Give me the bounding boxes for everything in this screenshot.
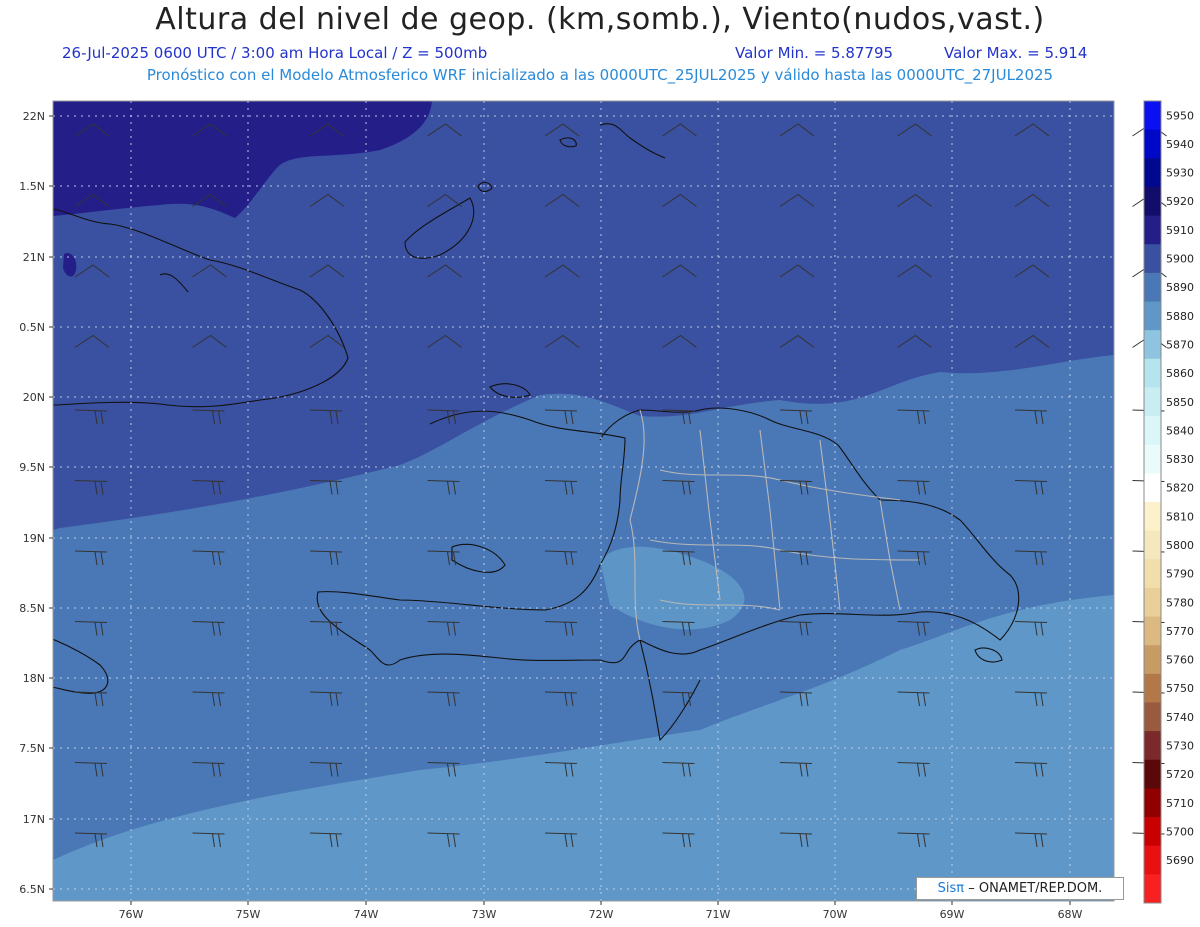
colorbar-swatch (1144, 301, 1161, 331)
colorbar: 5950 5940 5930 5920 5910 5900 5890 5880 5870 5860… (1143, 100, 1194, 904)
colorbar-label: 5930 (1166, 167, 1194, 180)
colorbar-label: 5820 (1166, 482, 1194, 495)
colorbar-label: 5920 (1166, 195, 1194, 208)
colorbar-swatch (1144, 673, 1161, 703)
colorbar-label: 5850 (1166, 396, 1194, 409)
lat-label: 18N (23, 672, 45, 685)
lon-label: 70W (823, 908, 848, 921)
colorbar-label: 5780 (1166, 596, 1194, 609)
lat-axis: 22N 1.5N 21N 0.5N 20N 9.5N 19N 8.5N 18N … (19, 110, 53, 896)
lon-label: 69W (940, 908, 965, 921)
colorbar-label: 5790 (1166, 568, 1194, 581)
colorbar-label: 5830 (1166, 453, 1194, 466)
colorbar-swatch (1144, 473, 1161, 503)
colorbar-label: 5870 (1166, 339, 1194, 352)
lon-axis: 76W 75W 74W 73W 72W 71W 70W 69W 68W (119, 901, 1083, 921)
credit-box: Sisπ – ONAMET/REP.DOM. (916, 877, 1124, 900)
lon-label: 74W (354, 908, 379, 921)
lon-label: 75W (236, 908, 261, 921)
lat-label: 6.5N (19, 883, 45, 896)
colorbar-label: 5760 (1166, 654, 1194, 667)
colorbar-swatch (1144, 101, 1161, 131)
colorbar-label: 5840 (1166, 424, 1194, 437)
colorbar-swatch (1144, 559, 1161, 589)
lon-label: 76W (119, 908, 144, 921)
lat-label: 22N (23, 110, 45, 123)
colorbar-swatch (1144, 702, 1161, 732)
colorbar-label: 5860 (1166, 367, 1194, 380)
colorbar-swatch (1144, 587, 1161, 618)
colorbar-label: 5810 (1166, 510, 1194, 523)
colorbar-swatch (1144, 759, 1161, 789)
colorbar-swatch (1144, 330, 1161, 360)
colorbar-swatch (1144, 874, 1161, 904)
colorbar-swatch (1144, 817, 1161, 847)
lat-label: 8.5N (19, 602, 45, 615)
lat-label: 0.5N (19, 321, 45, 334)
colorbar-swatch (1144, 845, 1161, 875)
colorbar-label: 5800 (1166, 539, 1194, 552)
lon-label: 73W (472, 908, 497, 921)
forecast-map: 22N 1.5N 21N 0.5N 20N 9.5N 19N 8.5N 18N … (19, 100, 1194, 921)
lat-label: 21N (23, 251, 45, 264)
colorbar-swatch (1144, 530, 1161, 560)
colorbar-label: 5940 (1166, 138, 1194, 151)
colorbar-swatch (1144, 444, 1161, 474)
lat-label: 20N (23, 391, 45, 404)
lat-label: 19N (23, 532, 45, 545)
colorbar-label: 5750 (1166, 682, 1194, 695)
colorbar-swatch (1144, 129, 1161, 159)
colorbar-swatch (1144, 186, 1161, 217)
colorbar-label: 5730 (1166, 740, 1194, 753)
colorbar-swatch (1144, 416, 1161, 446)
geopotential-shading (53, 101, 1114, 901)
colorbar-label: 5690 (1166, 854, 1194, 867)
colorbar-label: 5720 (1166, 768, 1194, 781)
colorbar-label: 5700 (1166, 825, 1194, 838)
credit-org: – ONAMET/REP.DOM. (968, 881, 1103, 896)
colorbar-swatch (1144, 502, 1161, 532)
colorbar-label: 5740 (1166, 711, 1194, 724)
colorbar-swatch (1144, 645, 1161, 675)
colorbar-label: 5770 (1166, 625, 1194, 638)
lat-label: 9.5N (19, 461, 45, 474)
colorbar-swatch (1144, 616, 1161, 646)
lon-label: 72W (589, 908, 614, 921)
colorbar-label: 5950 (1166, 109, 1194, 122)
colorbar-swatch (1144, 387, 1161, 417)
colorbar-label: 5710 (1166, 797, 1194, 810)
lat-label: 1.5N (19, 180, 45, 193)
colorbar-label: 5880 (1166, 310, 1194, 323)
colorbar-swatch (1144, 158, 1161, 188)
colorbar-swatch (1144, 731, 1161, 761)
colorbar-swatch (1144, 788, 1161, 818)
lon-label: 68W (1058, 908, 1083, 921)
lon-label: 71W (706, 908, 731, 921)
lat-label: 7.5N (19, 742, 45, 755)
colorbar-swatch (1144, 358, 1161, 388)
colorbar-label: 5900 (1166, 253, 1194, 266)
sispi-logo: Sisπ (937, 881, 965, 896)
colorbar-label: 5890 (1166, 281, 1194, 294)
colorbar-swatch (1144, 244, 1161, 274)
colorbar-label: 5910 (1166, 224, 1194, 237)
colorbar-swatch (1144, 272, 1161, 302)
lat-label: 17N (23, 813, 45, 826)
colorbar-swatch (1144, 215, 1161, 245)
